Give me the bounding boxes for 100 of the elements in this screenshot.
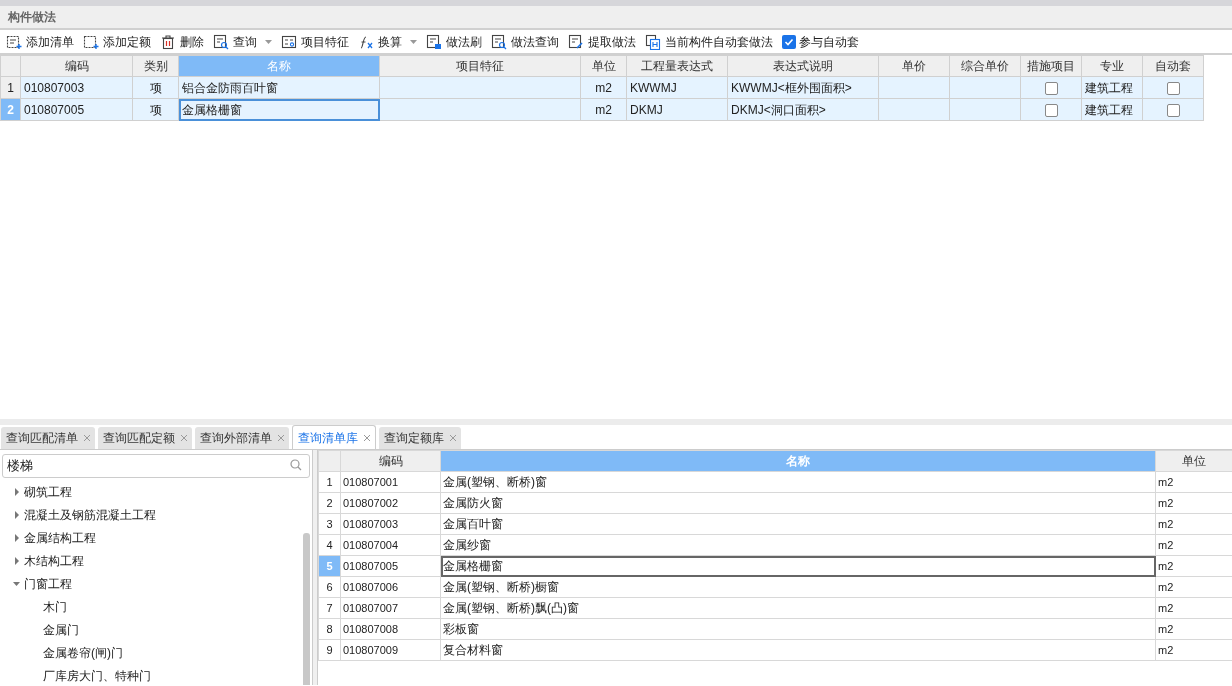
row-number[interactable]: 7 <box>318 597 341 619</box>
checkbox[interactable] <box>1044 81 1058 95</box>
tab[interactable]: 查询定额库 <box>379 427 461 449</box>
column-header[interactable]: 编码 <box>340 450 441 472</box>
add-icon <box>83 33 99 50</box>
table-cell: 金属(塑钢、断桥)窗 <box>440 471 1156 493</box>
toolbar-button[interactable]: 添加清单 <box>6 32 74 51</box>
table-cell: 建筑工程 <box>1081 98 1143 121</box>
table-cell: 010807005 <box>20 98 133 121</box>
search-doc-icon <box>213 33 229 50</box>
toolbar-button[interactable]: 做法查询 <box>491 32 559 51</box>
panel-title: 构件做法 <box>8 9 56 26</box>
table-cell: 金属格栅窗 <box>440 555 1156 577</box>
table-cell: 010807001 <box>340 471 441 493</box>
tab[interactable]: 查询清单库 <box>292 425 376 449</box>
table-cell: 金属纱窗 <box>440 534 1156 556</box>
column-header[interactable]: 项目特征 <box>379 55 581 77</box>
table-cell: m2 <box>580 98 627 121</box>
table-cell: 复合材料窗 <box>440 639 1156 661</box>
tree-item[interactable]: 木结构工程 <box>24 551 84 570</box>
column-header[interactable]: 单位 <box>580 55 627 77</box>
toolbar-button[interactable]: 做法刷 <box>426 32 482 51</box>
close-icon <box>278 435 284 441</box>
column-header[interactable]: 综合单价 <box>949 55 1021 77</box>
caret-down-icon <box>265 39 272 44</box>
checkmark-icon <box>784 36 794 47</box>
list-add-icon <box>6 33 22 50</box>
tree-item[interactable]: 木门 <box>43 597 67 616</box>
search-icon[interactable] <box>290 459 302 471</box>
row-number[interactable]: 8 <box>318 618 341 640</box>
table-cell: 铝合金防雨百叶窗 <box>178 76 380 99</box>
row-number[interactable]: 2 <box>318 492 341 514</box>
table-cell: DKMJ<洞口面积> <box>727 98 879 121</box>
table-cell: 010807007 <box>340 597 441 619</box>
table-cell: 010807009 <box>340 639 441 661</box>
tree-item[interactable]: 金属结构工程 <box>24 528 96 547</box>
tab[interactable]: 查询外部清单 <box>195 427 289 449</box>
scrollbar[interactable] <box>303 533 310 685</box>
table-cell: 010807005 <box>340 555 441 577</box>
table-cell: KWWMJ<框外围面积> <box>727 76 879 99</box>
close-icon <box>181 435 187 441</box>
row-number[interactable]: 1 <box>318 471 341 493</box>
table-cell: 010807004 <box>340 534 441 556</box>
tree-item[interactable]: 门窗工程 <box>24 574 72 593</box>
toolbar-button[interactable]: 当前构件自动套做法 <box>645 32 773 51</box>
collapse-arrow-icon[interactable] <box>13 579 21 588</box>
toolbar-button[interactable]: 查询 <box>213 32 272 51</box>
checkbox[interactable] <box>1044 103 1058 117</box>
table-cell: 彩板窗 <box>440 618 1156 640</box>
toolbar-button[interactable]: 提取做法 <box>568 32 636 51</box>
toolbar-button[interactable]: 删除 <box>160 32 204 51</box>
column-header[interactable]: 表达式说明 <box>727 55 879 77</box>
column-header[interactable]: 类别 <box>132 55 179 77</box>
table-cell: DKMJ <box>626 98 728 121</box>
tree-item[interactable]: 厂库房大门、特种门 <box>43 666 151 685</box>
tree-item[interactable]: 混凝土及钢筋混凝土工程 <box>24 505 156 524</box>
toolbar-button[interactable]: 添加定额 <box>83 32 151 51</box>
column-header[interactable]: 编码 <box>20 55 133 77</box>
table-cell: 010807002 <box>340 492 441 514</box>
card-icon <box>281 33 297 50</box>
row-number[interactable]: 6 <box>318 576 341 598</box>
table-cell: m2 <box>580 76 627 99</box>
column-header[interactable]: 措施项目 <box>1020 55 1082 77</box>
pen-doc-icon <box>568 33 584 50</box>
column-header[interactable]: 单位 <box>1155 450 1232 472</box>
copy-doc-icon <box>645 33 661 50</box>
column-header[interactable]: 专业 <box>1081 55 1143 77</box>
table-cell: 金属(塑钢、断桥)飘(凸)窗 <box>440 597 1156 619</box>
table-cell: 金属格栅窗 <box>178 98 380 121</box>
expand-arrow-icon[interactable] <box>13 556 21 565</box>
tree-item[interactable]: 金属卷帘(闸)门 <box>43 643 123 662</box>
row-number[interactable]: 3 <box>318 513 341 535</box>
trash-icon <box>160 33 176 50</box>
row-number[interactable]: 9 <box>318 639 341 661</box>
tab[interactable]: 查询匹配定额 <box>98 427 192 449</box>
toolbar-button[interactable]: 换算 <box>358 32 417 51</box>
column-header[interactable]: 自动套 <box>1142 55 1204 77</box>
tab[interactable]: 查询匹配清单 <box>1 427 95 449</box>
tree-item[interactable]: 金属门 <box>43 620 79 639</box>
tree-item[interactable]: 砌筑工程 <box>24 482 72 501</box>
table-cell: 金属(塑钢、断桥)橱窗 <box>440 576 1156 598</box>
row-number[interactable]: 4 <box>318 534 341 556</box>
table-cell: 010807003 <box>20 76 133 99</box>
checkbox[interactable] <box>1166 103 1180 117</box>
search-field[interactable]: 楼梯 <box>2 454 310 478</box>
table-cell: KWWMJ <box>626 76 728 99</box>
table-cell: 金属百叶窗 <box>440 513 1156 535</box>
close-icon <box>450 435 456 441</box>
toolbar-button[interactable]: 项目特征 <box>281 32 349 51</box>
expand-arrow-icon[interactable] <box>13 510 21 519</box>
row-number[interactable]: 1 <box>0 76 21 99</box>
column-header[interactable]: 工程量表达式 <box>626 55 728 77</box>
checkbox[interactable] <box>1166 81 1180 95</box>
table-cell: 010807008 <box>340 618 441 640</box>
checkbox[interactable]: 参与自动套 <box>782 32 859 51</box>
brush-doc-icon <box>426 33 442 50</box>
search-doc-icon <box>491 33 507 50</box>
column-header[interactable]: 单价 <box>878 55 950 77</box>
expand-arrow-icon[interactable] <box>13 533 21 542</box>
expand-arrow-icon[interactable] <box>13 487 21 496</box>
